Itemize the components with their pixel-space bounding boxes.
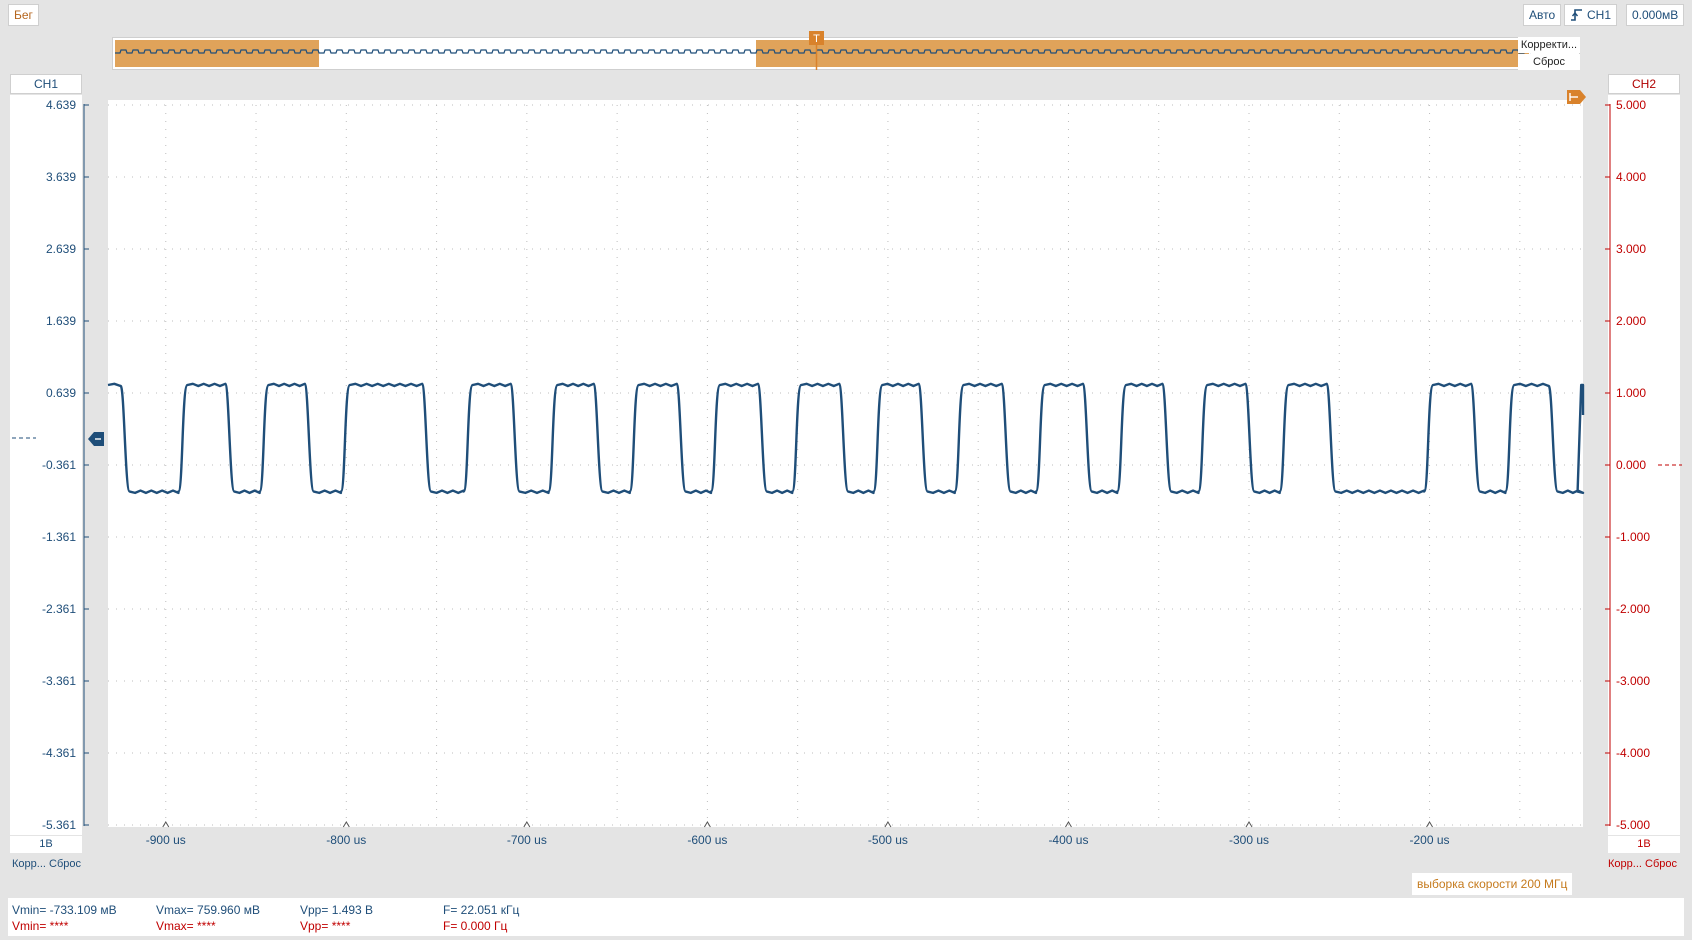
- ch2-tick-label: 0.000: [1616, 458, 1646, 472]
- ch1-scale[interactable]: 1В: [10, 836, 82, 853]
- ch2-tick-labels: 5.000 4.000 3.000 2.000 1.000 0.000 -1.000 -2.0…: [1605, 98, 1650, 832]
- x-tick-label: -500 us: [868, 833, 908, 847]
- ch2-vmin: Vmin= ****: [12, 919, 69, 933]
- ch1-tick-label: -0.361: [42, 458, 76, 472]
- ch2-tick-label: -4.000: [1616, 746, 1650, 760]
- ch2-footer-controls: Корр... Сброс: [1608, 856, 1680, 872]
- x-tick-label: -900 us: [146, 833, 186, 847]
- ch2-tick-label: 4.000: [1616, 170, 1646, 184]
- ch2-tick-label: 2.000: [1616, 314, 1646, 328]
- ch1-frequency: F= 22.051 кГц: [443, 903, 520, 917]
- ch1-vmax: Vmax= 759.960 мВ: [156, 903, 260, 917]
- ch1-correct-button[interactable]: Корр...: [12, 858, 46, 870]
- ch1-tick-labels: 4.639 3.639 2.639 1.639 0.639 -0.361 -1.361 -2.…: [42, 98, 89, 832]
- ch2-tick-label: 5.000: [1616, 98, 1646, 112]
- ch1-tick-label: -2.361: [42, 602, 76, 616]
- x-tick-mark: [703, 821, 711, 828]
- ch1-tick-label: -4.361: [42, 746, 76, 760]
- ch1-tick-label: -1.361: [42, 530, 76, 544]
- ch1-tick-label: 2.639: [46, 242, 76, 256]
- sample-rate-label: выборка скорости 200 МГц: [1412, 873, 1573, 895]
- ch2-tick-label: -5.000: [1616, 818, 1650, 832]
- ch2-scale[interactable]: 1В: [1608, 836, 1680, 853]
- ch2-correct-button[interactable]: Корр...: [1608, 858, 1642, 870]
- x-tick-label: -800 us: [326, 833, 366, 847]
- ch1-vpp: Vpp= 1.493 В: [300, 903, 374, 917]
- ch1-tick-label: 1.639: [46, 314, 76, 328]
- ch2-reset-button[interactable]: Сброс: [1645, 858, 1677, 870]
- scope-display: 4.639 3.639 2.639 1.639 0.639 -0.361 -1.361 -2.…: [12, 31, 1682, 847]
- ch1-reset-button[interactable]: Сброс: [49, 858, 81, 870]
- x-tick-mark: [1426, 821, 1433, 828]
- x-tick-mark: [1245, 821, 1253, 828]
- ch1-waveform: [107, 382, 1585, 495]
- x-tick-label: -700 us: [507, 833, 547, 847]
- x-tick-label: -200 us: [1410, 833, 1450, 847]
- trigger-level-marker-icon[interactable]: [1567, 90, 1586, 104]
- ch1-tick-label: 4.639: [46, 98, 76, 112]
- x-tick-label: -300 us: [1229, 833, 1269, 847]
- x-tick-labels: -900 us -800 us -700 us -600 us -500 us -400 …: [146, 821, 1450, 847]
- ch2-tick-label: -2.000: [1616, 602, 1650, 616]
- ch1-tick-label: 0.639: [46, 386, 76, 400]
- ch1-tick-label: -3.361: [42, 674, 76, 688]
- ch2-tick-label: -3.000: [1616, 674, 1650, 688]
- ch2-tick-label: 3.000: [1616, 242, 1646, 256]
- ch1-vmin: Vmin= -733.109 мВ: [12, 903, 117, 917]
- ch1-tick-label: -5.361: [42, 818, 76, 832]
- ch2-vpp: Vpp= ****: [300, 919, 351, 933]
- overview-trigger-marker[interactable]: T: [809, 31, 824, 70]
- trigger-marker-label: T: [813, 33, 820, 45]
- ch1-ground-marker-icon[interactable]: [88, 432, 104, 446]
- x-tick-mark: [884, 821, 892, 828]
- ch2-vmax: Vmax= ****: [156, 919, 216, 933]
- x-tick-label: -600 us: [687, 833, 727, 847]
- ch1-tick-label: 3.639: [46, 170, 76, 184]
- ch2-tick-label: 1.000: [1616, 386, 1646, 400]
- ch2-tick-label: -1.000: [1616, 530, 1650, 544]
- x-tick-label: -400 us: [1048, 833, 1088, 847]
- ch1-footer-controls: Корр... Сброс: [12, 856, 84, 872]
- x-tick-mark: [162, 821, 170, 828]
- ch2-frequency: F= 0.000 Гц: [443, 919, 508, 933]
